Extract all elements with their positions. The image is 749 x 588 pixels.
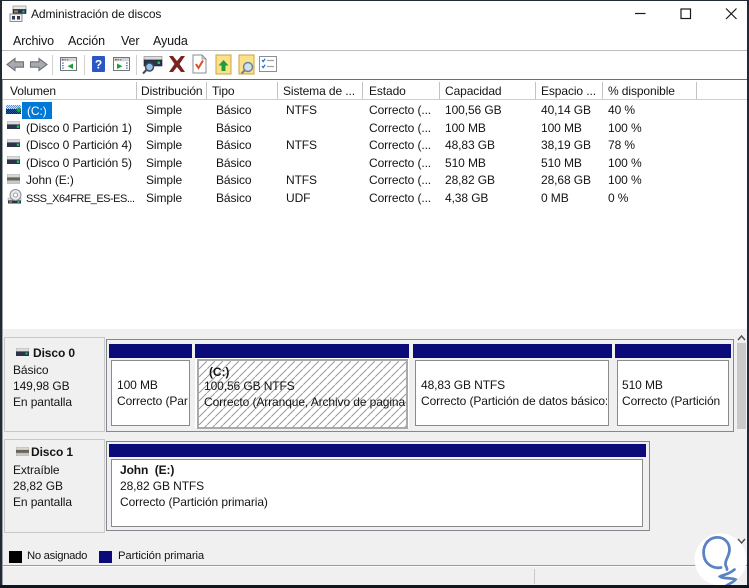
- svg-text:?: ?: [95, 58, 102, 72]
